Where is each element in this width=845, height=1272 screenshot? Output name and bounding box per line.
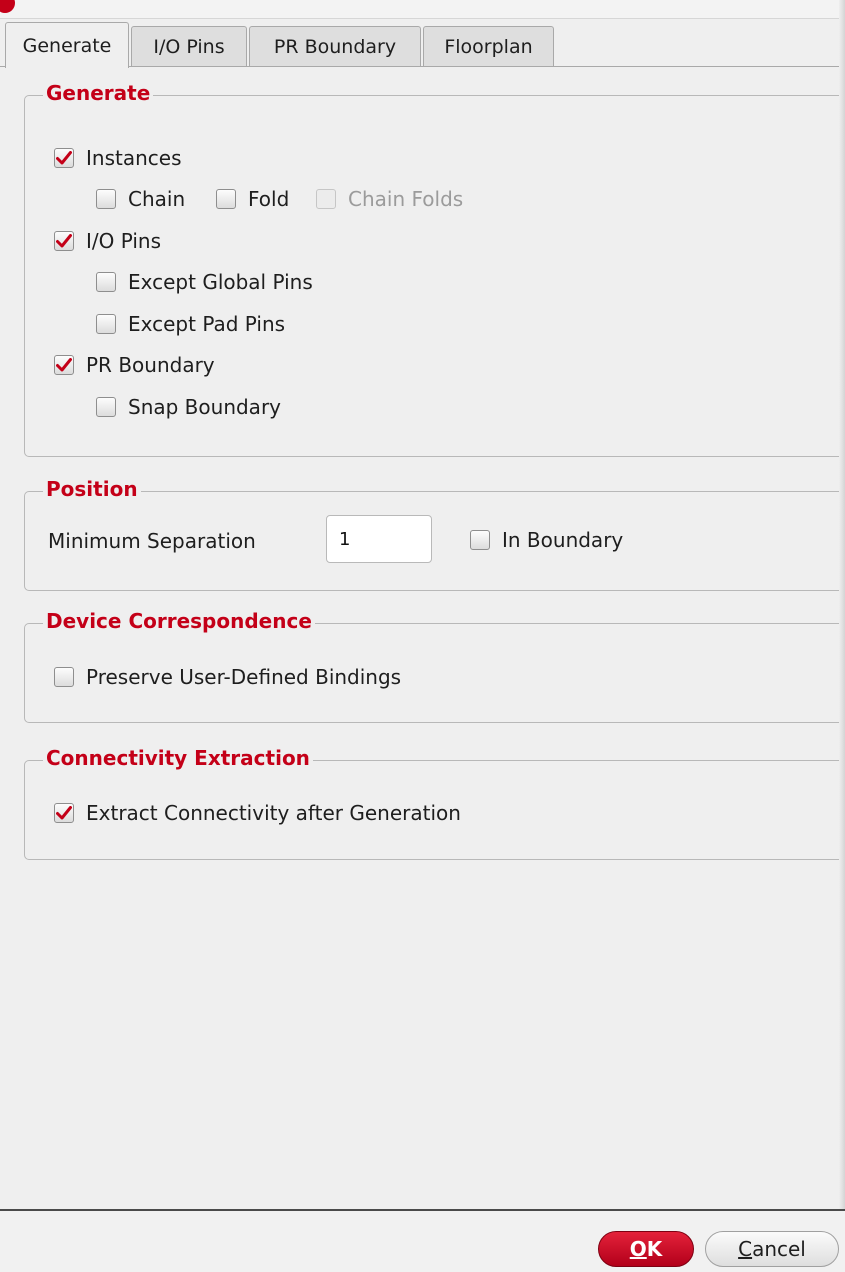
- checkmark-icon: [56, 234, 72, 248]
- pr-boundary-label: PR Boundary: [86, 353, 215, 377]
- io-pins-check-box[interactable]: [54, 231, 74, 251]
- pr-boundary-checkbox[interactable]: PR Boundary: [54, 353, 215, 377]
- app-logo-icon: [0, 0, 15, 13]
- cancel-mnemonic: C: [738, 1237, 753, 1261]
- chain-checkbox[interactable]: Chain: [96, 187, 185, 211]
- device-correspondence-group-title: Device Correspondence: [43, 609, 315, 633]
- instances-checkbox[interactable]: Instances: [54, 146, 182, 170]
- cancel-button[interactable]: Cancel: [705, 1231, 839, 1267]
- chain-check-box[interactable]: [96, 189, 116, 209]
- dialog-button-bar: OK Cancel: [0, 1209, 845, 1272]
- cancel-label-rest: ancel: [752, 1237, 806, 1261]
- extract-connectivity-label: Extract Connectivity after Generation: [86, 801, 461, 825]
- preserve-bindings-check-box[interactable]: [54, 667, 74, 687]
- ok-label-rest: K: [646, 1237, 663, 1261]
- chain-folds-label: Chain Folds: [348, 187, 464, 211]
- chain-label: Chain: [128, 187, 186, 211]
- instances-label: Instances: [86, 146, 182, 170]
- except-pad-pins-check-box[interactable]: [96, 314, 116, 334]
- checkmark-icon: [56, 358, 72, 372]
- extract-connectivity-checkbox[interactable]: Extract Connectivity after Generation: [54, 801, 461, 825]
- snap-boundary-checkbox[interactable]: Snap Boundary: [96, 395, 281, 419]
- preserve-bindings-checkbox[interactable]: Preserve User-Defined Bindings: [54, 665, 401, 689]
- tab-generate[interactable]: Generate: [5, 22, 129, 68]
- generate-group-title: Generate: [43, 81, 154, 105]
- in-boundary-check-box[interactable]: [470, 530, 490, 550]
- snap-boundary-check-box[interactable]: [96, 397, 116, 417]
- position-group-title: Position: [43, 477, 141, 501]
- except-global-pins-check-box[interactable]: [96, 272, 116, 292]
- io-pins-label: I/O Pins: [86, 229, 162, 253]
- except-global-pins-label: Except Global Pins: [128, 270, 313, 294]
- minimum-separation-input[interactable]: [326, 515, 432, 563]
- except-global-pins-checkbox[interactable]: Except Global Pins: [96, 270, 313, 294]
- io-pins-checkbox[interactable]: I/O Pins: [54, 229, 161, 253]
- except-pad-pins-checkbox[interactable]: Except Pad Pins: [96, 312, 285, 336]
- tab-floorplan[interactable]: Floorplan: [423, 26, 554, 66]
- in-boundary-checkbox[interactable]: In Boundary: [470, 528, 623, 552]
- checkmark-icon: [56, 806, 72, 820]
- fold-label: Fold: [248, 187, 290, 211]
- tab-io-pins[interactable]: I/O Pins: [131, 26, 247, 66]
- panel-edge-shadow: [839, 0, 845, 1240]
- connectivity-extraction-group-title: Connectivity Extraction: [43, 746, 313, 770]
- chain-folds-checkbox: Chain Folds: [316, 187, 463, 211]
- extract-connectivity-check-box[interactable]: [54, 803, 74, 823]
- tab-pr-boundary[interactable]: PR Boundary: [249, 26, 421, 66]
- tab-bar: Generate I/O Pins PR Boundary Floorplan: [0, 18, 845, 68]
- minimum-separation-label: Minimum Separation: [48, 529, 256, 553]
- checkmark-icon: [56, 151, 72, 165]
- ok-button[interactable]: OK: [598, 1231, 694, 1267]
- snap-boundary-label: Snap Boundary: [128, 395, 281, 419]
- window-title-strip: [0, 0, 845, 19]
- fold-check-box[interactable]: [216, 189, 236, 209]
- fold-checkbox[interactable]: Fold: [216, 187, 289, 211]
- preserve-bindings-label: Preserve User-Defined Bindings: [86, 665, 402, 689]
- except-pad-pins-label: Except Pad Pins: [128, 312, 286, 336]
- in-boundary-label: In Boundary: [502, 528, 624, 552]
- chain-folds-check-box: [316, 189, 336, 209]
- instances-check-box[interactable]: [54, 148, 74, 168]
- pr-boundary-check-box[interactable]: [54, 355, 74, 375]
- ok-mnemonic: O: [629, 1237, 647, 1261]
